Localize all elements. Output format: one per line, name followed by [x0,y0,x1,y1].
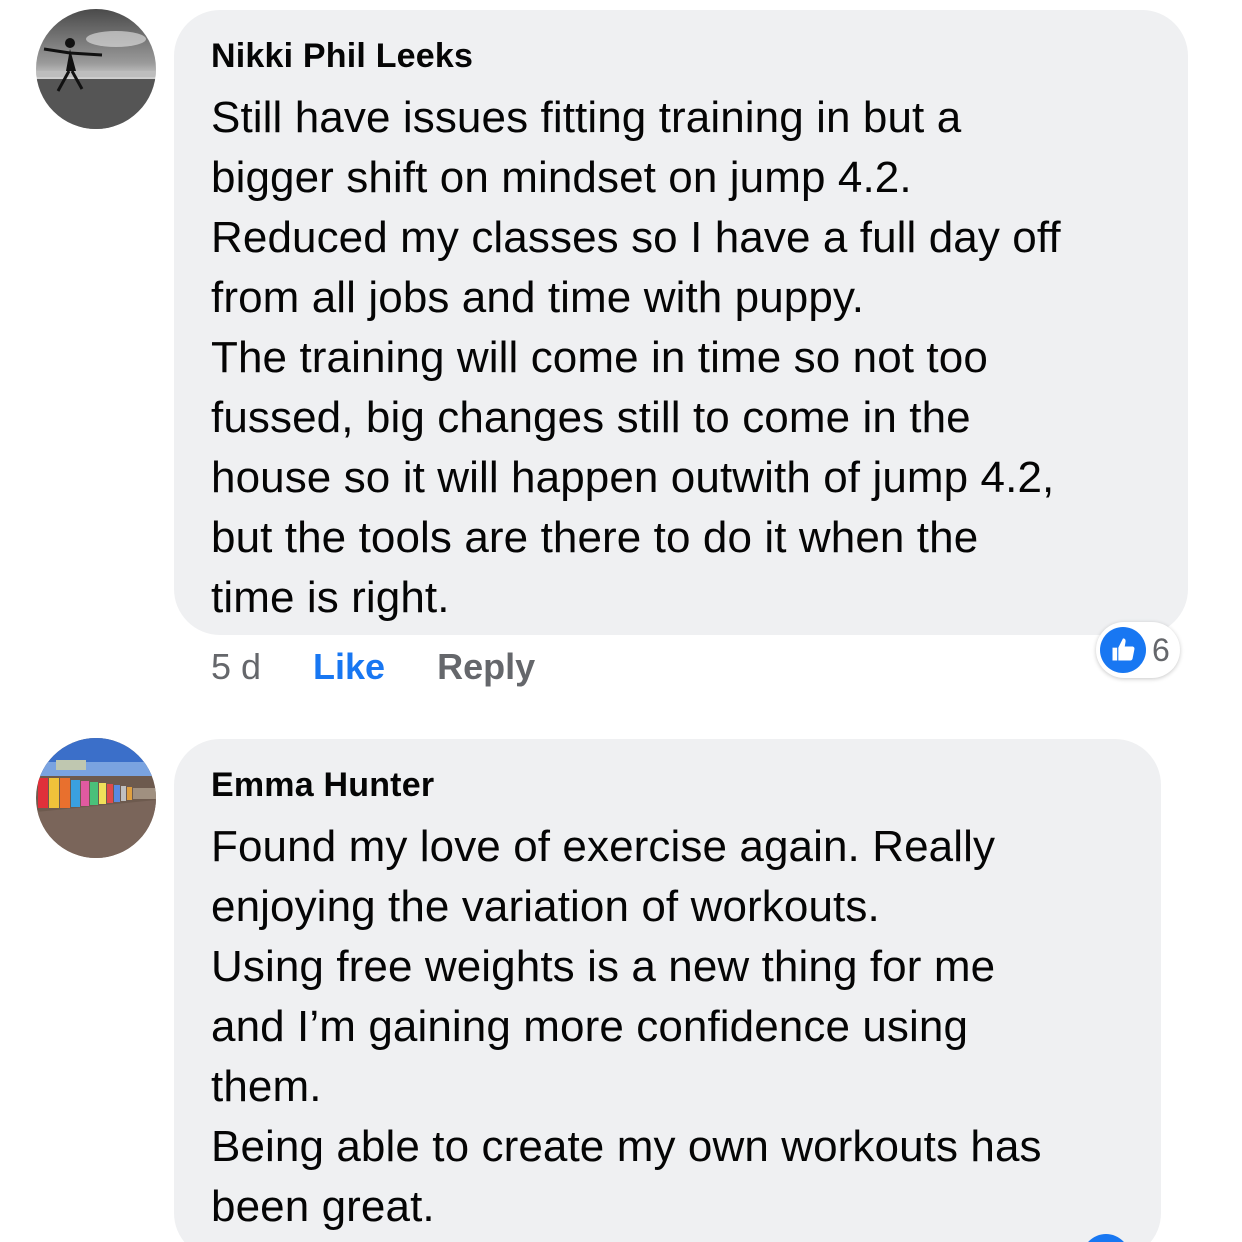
comment-line: been great. [211,1182,435,1231]
comment-line: Still have issues fitting training in bu… [211,93,962,142]
comment-line: but the tools are there to do it when th… [211,513,979,562]
avatar[interactable] [36,9,156,129]
comment-actions: 5 d Like Reply [211,640,535,694]
reaction-summary[interactable]: 6 [1096,622,1180,678]
comment-text: Found my love of exercise again. Really … [211,817,1131,1237]
comment-bubble: Emma Hunter Found my love of exercise ag… [174,739,1161,1242]
comment-author[interactable]: Nikki Phil Leeks [211,36,1158,76]
reaction-count: 6 [1152,631,1170,668]
comment-line: them. [211,1062,322,1111]
comment-line: Reduced my classes so I have a full day … [211,213,1061,262]
comment-bubble: Nikki Phil Leeks Still have issues fitti… [174,10,1188,635]
comment-text: Still have issues fitting training in bu… [211,88,1158,628]
avatar[interactable] [36,738,156,858]
comment-line: from all jobs and time with puppy. [211,273,865,322]
dancer-on-beach-avatar [36,9,156,129]
comment-line: Using free weights is a new thing for me [211,942,996,991]
comment-line: and I’m gaining more confidence using [211,1002,969,1051]
comment-line: fussed, big changes still to come in the [211,393,971,442]
reply-button[interactable]: Reply [437,646,535,688]
beach-huts-avatar [36,738,156,858]
comment-line: enjoying the variation of workouts. [211,882,880,931]
like-button[interactable]: Like [313,646,385,688]
comment-line: The training will come in time so not to… [211,333,988,382]
thumbs-up-icon [1100,627,1146,673]
comment-line: bigger shift on mindset on jump 4.2. [211,153,912,202]
comment-line: Being able to create my own workouts has [211,1122,1042,1171]
comment-line: Found my love of exercise again. Really [211,822,996,871]
comment-line: house so it will happen outwith of jump … [211,453,1055,502]
comment-author[interactable]: Emma Hunter [211,765,1131,805]
comment-line: time is right. [211,573,450,622]
comment-timestamp[interactable]: 5 d [211,646,261,688]
